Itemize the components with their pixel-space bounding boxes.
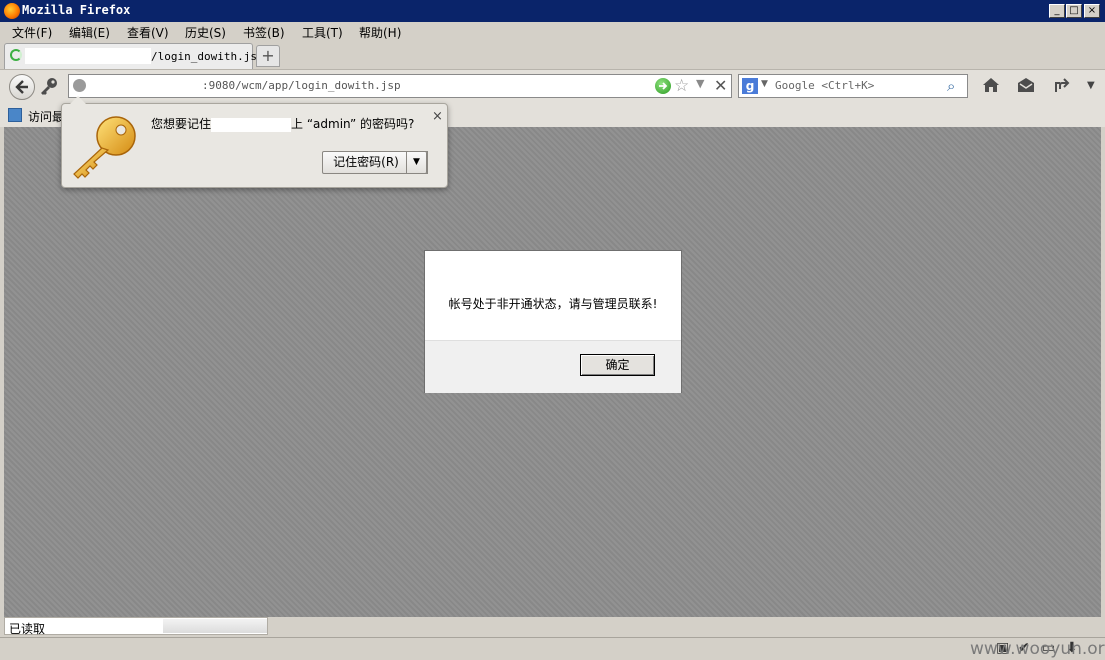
menu-edit[interactable]: 编辑(E) — [69, 24, 110, 41]
bookmark-search-icon[interactable] — [8, 108, 22, 122]
share-icon[interactable] — [1054, 77, 1076, 96]
new-tab-button[interactable]: + — [256, 45, 280, 67]
go-arrow-icon — [659, 82, 668, 90]
status-progress — [163, 619, 267, 633]
firefox-logo-icon — [4, 3, 20, 19]
back-arrow-icon — [15, 80, 28, 94]
maximize-button[interactable]: □ — [1066, 4, 1082, 18]
back-button[interactable] — [9, 74, 35, 100]
panel-arrow — [70, 96, 86, 104]
addon-bar: ▣ ✔ ▭ ⬇ — [0, 637, 1105, 660]
search-icon[interactable]: ⌕ — [947, 77, 955, 95]
url-text: :9080/wcm/app/login_dowith.jsp — [202, 79, 401, 92]
remember-options-dropdown[interactable]: ▼ — [406, 151, 427, 174]
home-icon[interactable] — [982, 77, 1000, 96]
tab-title: /login_dowith.jsp — [151, 50, 264, 63]
site-identity-icon[interactable] — [73, 79, 86, 92]
tab-login-dowith[interactable]: /login_dowith.jsp — [4, 43, 264, 69]
remember-password-label: 记住密码(R) — [333, 155, 399, 169]
bookmark-most-visited[interactable]: 访问最 — [28, 108, 64, 125]
content-border-right — [1101, 127, 1105, 637]
password-save-panel: 您想要记住 上 “admin” 的密码吗? × 记住密码(R) ▼ — [61, 96, 448, 188]
star-icon[interactable]: ☆ — [674, 76, 689, 96]
url-dropdown-icon[interactable]: ▼ — [696, 77, 704, 90]
search-placeholder: Google <Ctrl+K> — [775, 79, 875, 92]
watermark-text: www.wooyun.org — [970, 639, 1105, 659]
window-titlebar: Mozilla Firefox _ □ × — [0, 0, 1105, 22]
menu-tools[interactable]: 工具(T) — [302, 24, 343, 41]
engine-dropdown-icon[interactable]: ▼ — [761, 79, 768, 89]
golden-key-icon — [70, 114, 142, 185]
alert-dialog: 帐号处于非开通状态，请与管理员联系! 确定 — [424, 250, 682, 393]
redacted-site — [211, 117, 292, 132]
navigation-toolbar: :9080/wcm/app/login_dowith.jsp ☆ ▼ ✕ g ▼… — [0, 69, 1105, 104]
prompt-text-after: 上 “admin” 的密码吗? — [291, 117, 415, 131]
status-panel: 已读取 — [4, 617, 268, 636]
prompt-text-before: 您想要记住 — [151, 117, 212, 131]
alert-footer: 确定 — [425, 340, 681, 393]
tab-strip: /login_dowith.jsp + — [0, 41, 1105, 69]
chevron-down-icon: ▼ — [413, 157, 420, 167]
minimize-button[interactable]: _ — [1049, 4, 1065, 18]
key-icon[interactable] — [38, 76, 62, 98]
ok-button[interactable]: 确定 — [580, 354, 655, 376]
url-bar[interactable]: :9080/wcm/app/login_dowith.jsp ☆ ▼ ✕ — [68, 74, 732, 98]
loading-throbber-icon — [10, 49, 22, 61]
menu-bar: 文件(F) 编辑(E) 查看(V) 历史(S) 书签(B) 工具(T) 帮助(H… — [0, 22, 1105, 41]
google-engine-icon[interactable]: g — [742, 78, 758, 94]
menu-help[interactable]: 帮助(H) — [359, 24, 401, 41]
menu-bookmarks[interactable]: 书签(B) — [243, 24, 285, 41]
toolbar-dropdown-icon[interactable]: ▼ — [1087, 80, 1095, 91]
password-prompt-message: 您想要记住 上 “admin” 的密码吗? — [151, 115, 414, 132]
mail-icon[interactable] — [1017, 77, 1035, 96]
redacted-host — [91, 78, 201, 94]
alert-message: 帐号处于非开通状态，请与管理员联系! — [448, 297, 658, 311]
close-window-button[interactable]: × — [1084, 4, 1100, 18]
redacted-host — [25, 48, 151, 64]
menu-file[interactable]: 文件(F) — [12, 24, 52, 41]
window-title: Mozilla Firefox — [22, 3, 131, 17]
menu-view[interactable]: 查看(V) — [127, 24, 169, 41]
search-bar[interactable]: g ▼ Google <Ctrl+K> ⌕ — [738, 74, 968, 98]
stop-icon[interactable]: ✕ — [714, 76, 727, 95]
go-button[interactable] — [655, 78, 671, 94]
menu-history[interactable]: 历史(S) — [185, 24, 226, 41]
status-text: 已读取 — [9, 622, 46, 636]
close-icon[interactable]: × — [432, 109, 443, 124]
